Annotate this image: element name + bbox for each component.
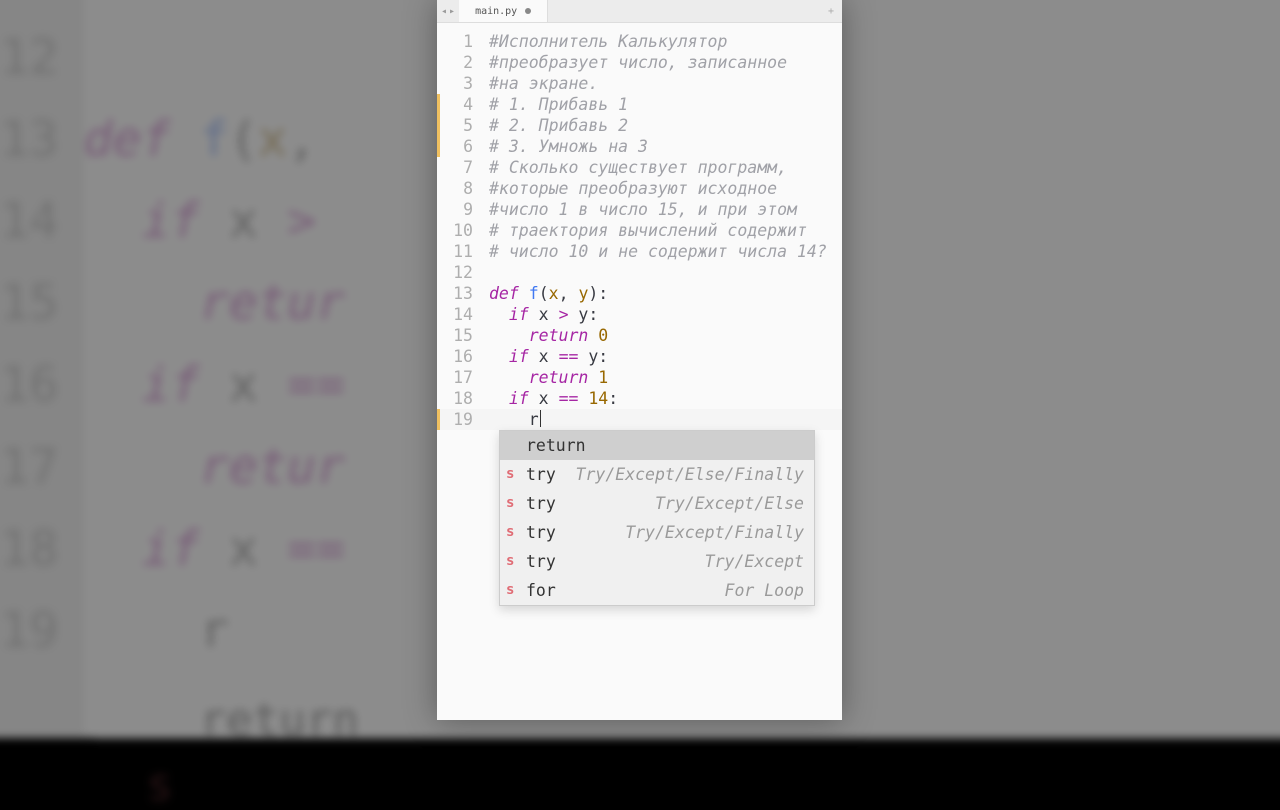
line-number: 11 bbox=[437, 241, 481, 262]
line-number: 1 bbox=[437, 31, 481, 52]
code-line[interactable]: # Сколько существует программ, bbox=[489, 157, 842, 178]
code-line[interactable]: # число 10 и не содержит числа 14? bbox=[489, 241, 842, 262]
editor-panel: ◂ ▸ main.py + 12345678910111213141516171… bbox=[437, 0, 842, 720]
tab-label: main.py bbox=[475, 6, 517, 17]
active-line-highlight bbox=[437, 409, 842, 430]
snippet-icon: s bbox=[506, 580, 516, 601]
code-line[interactable]: #на экране. bbox=[489, 73, 842, 94]
diff-marker bbox=[437, 409, 440, 430]
tab-nav-arrows[interactable]: ◂ ▸ bbox=[437, 0, 459, 22]
snippet-icon: s bbox=[506, 522, 516, 543]
code-line[interactable]: # 2. Прибавь 2 bbox=[489, 115, 842, 136]
code-line[interactable]: # 1. Прибавь 1 bbox=[489, 94, 842, 115]
line-number: 15 bbox=[437, 325, 481, 346]
code-editor[interactable]: 12345678910111213141516171819 #Исполните… bbox=[437, 23, 842, 430]
unsaved-indicator-icon bbox=[525, 8, 531, 14]
line-number: 4 bbox=[437, 94, 481, 115]
autocomplete-item[interactable]: stry Try/Except/Finally bbox=[500, 518, 814, 547]
completion-hint: Try/Except/Finally bbox=[625, 522, 804, 543]
completion-hint: Try/Except/Else bbox=[655, 493, 804, 514]
line-number: 8 bbox=[437, 178, 481, 199]
completion-word: try bbox=[526, 464, 556, 485]
line-number: 18 bbox=[437, 388, 481, 409]
line-number: 17 bbox=[437, 367, 481, 388]
line-number: 10 bbox=[437, 220, 481, 241]
code-line[interactable]: #которые преобразуют исходное bbox=[489, 178, 842, 199]
file-tab-main-py[interactable]: main.py bbox=[459, 0, 548, 22]
completion-word: for bbox=[526, 580, 556, 601]
completion-hint: Try/Except/Else/Finally bbox=[576, 464, 804, 485]
line-number-gutter: 12345678910111213141516171819 bbox=[437, 23, 481, 430]
autocomplete-item[interactable]: stry Try/Except/Else bbox=[500, 489, 814, 518]
autocomplete-popup[interactable]: returnstryTry/Except/Else/FinallystryTry… bbox=[499, 430, 815, 606]
line-number: 5 bbox=[437, 115, 481, 136]
code-line[interactable]: # траектория вычислений содержит bbox=[489, 220, 842, 241]
line-number: 12 bbox=[437, 262, 481, 283]
line-number: 2 bbox=[437, 52, 481, 73]
line-number: 6 bbox=[437, 136, 481, 157]
code-line[interactable]: def f(x, y): bbox=[489, 283, 842, 304]
completion-word: return bbox=[526, 435, 586, 456]
completion-word: try bbox=[526, 522, 556, 543]
code-line[interactable]: # 3. Умножь на 3 bbox=[489, 136, 842, 157]
line-number: 16 bbox=[437, 346, 481, 367]
new-tab-button[interactable]: + bbox=[820, 0, 842, 22]
diff-marker bbox=[437, 115, 440, 136]
diff-marker bbox=[437, 94, 440, 115]
line-number: 13 bbox=[437, 283, 481, 304]
code-line[interactable]: #число 1 в число 15, и при этом bbox=[489, 199, 842, 220]
tab-bar: ◂ ▸ main.py + bbox=[437, 0, 842, 23]
code-line[interactable]: return 1 bbox=[489, 367, 842, 388]
line-number: 3 bbox=[437, 73, 481, 94]
autocomplete-item[interactable]: return bbox=[500, 431, 814, 460]
code-line[interactable]: if x == y: bbox=[489, 346, 842, 367]
diff-marker bbox=[437, 136, 440, 157]
code-line[interactable]: if x == 14: bbox=[489, 388, 842, 409]
chevron-left-icon[interactable]: ◂ bbox=[441, 6, 447, 17]
snippet-icon: s bbox=[506, 551, 516, 572]
autocomplete-item[interactable]: sfor For Loop bbox=[500, 576, 814, 605]
code-line[interactable]: if x > y: bbox=[489, 304, 842, 325]
code-line[interactable]: #Исполнитель Калькулятор bbox=[489, 31, 842, 52]
line-number: 9 bbox=[437, 199, 481, 220]
completion-word: try bbox=[526, 551, 556, 572]
completion-word: try bbox=[526, 493, 556, 514]
line-number: 14 bbox=[437, 304, 481, 325]
snippet-icon: s bbox=[506, 464, 516, 485]
line-number: 19 bbox=[437, 409, 481, 430]
chevron-right-icon[interactable]: ▸ bbox=[449, 6, 455, 17]
completion-hint: Try/Except bbox=[705, 551, 804, 572]
line-number: 7 bbox=[437, 157, 481, 178]
code-line[interactable]: return 0 bbox=[489, 325, 842, 346]
autocomplete-item[interactable]: stry Try/Except/Else/Finally bbox=[500, 460, 814, 489]
code-line[interactable]: #преобразует число, записанное bbox=[489, 52, 842, 73]
snippet-icon: s bbox=[506, 493, 516, 514]
completion-hint: For Loop bbox=[725, 580, 804, 601]
autocomplete-item[interactable]: stry Try/Except bbox=[500, 547, 814, 576]
code-line[interactable] bbox=[489, 262, 842, 283]
